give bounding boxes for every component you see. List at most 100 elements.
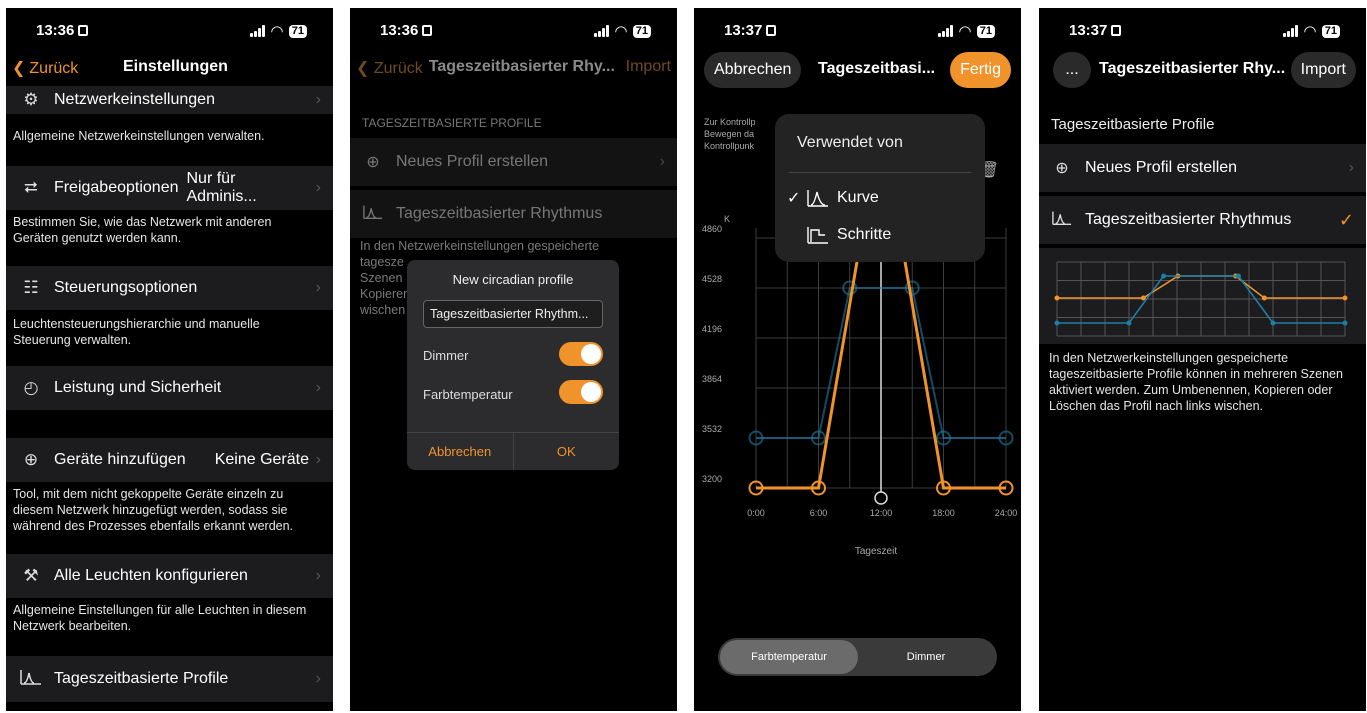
status-time: 13:37 <box>1069 22 1122 39</box>
chevron-right-icon: › <box>1348 159 1354 176</box>
curve-segment-control: Farbtemperatur Dimmer <box>718 638 997 676</box>
desc-line: In den Netzwerkeinstellungen gespeichert… <box>360 239 600 253</box>
back-button[interactable]: ❮ Zurück <box>356 58 423 82</box>
x-tick-label: 24:00 <box>995 508 1018 518</box>
dimmer-toggle[interactable] <box>559 342 603 366</box>
y-axis-label: K <box>724 214 730 224</box>
battery-icon: 71 <box>1321 24 1340 38</box>
color-temp-toggle[interactable] <box>559 380 603 404</box>
settings-item-desc: Leuchtensteuerungshierarchie und manuell… <box>13 317 260 347</box>
back-button[interactable]: ❮ Zurück <box>12 58 78 78</box>
time-cursor-handle <box>874 491 888 505</box>
page-title: Tageszeitbasierter Rhy... <box>1099 60 1286 77</box>
settings-item-configure-all[interactable]: ⚒ Alle Leuchten konfigurieren › <box>6 554 333 598</box>
x-tick-label: 6:00 <box>810 508 828 518</box>
nav-bar: ❮ Zurück Tageszeitbasierter Rhy... Impor… <box>356 58 671 82</box>
status-bar: 13:36 ◠ 71 <box>6 22 333 42</box>
chevron-right-icon: › <box>315 279 321 296</box>
cancel-button[interactable]: Abbrechen <box>407 433 513 470</box>
checkmark-icon: ✓ <box>787 190 801 207</box>
screen-profiles: 13:37 ◠ 71 ... Tageszeitbasierter Rhy... … <box>1039 8 1366 711</box>
circadian-chart[interactable]: K Tageszeit 3200 3532 3864 4196 4528 4860 0:00… <box>694 8 1021 628</box>
chevron-right-icon: › <box>315 179 321 196</box>
y-tick-label: 3200 <box>702 474 722 484</box>
preview-point <box>1270 320 1276 326</box>
settings-item-desc: Allgemeine Netzwerkeinstellungen verwalt… <box>13 129 265 143</box>
profile-label: Tageszeitbasierter Rhythmus <box>396 205 603 222</box>
menu-option-label: Schritte <box>837 226 892 243</box>
checkmark-icon: ✓ <box>1338 209 1354 230</box>
settings-item-label: Netzwerkeinstellungen <box>54 91 215 108</box>
battery-icon: 71 <box>288 24 307 38</box>
dialog-buttons: Abbrechen OK <box>407 432 619 470</box>
segment-color-temp[interactable]: Farbtemperatur <box>720 640 858 674</box>
settings-item-performance[interactable]: ◴ Leistung und Sicherheit › <box>6 366 333 410</box>
profile-item[interactable]: Tageszeitbasierter Rhythmus <box>350 190 677 238</box>
screen-curve-editor: 13:37 ◠ 71 Abbrechen Tageszeitbasi... Fer… <box>694 8 1021 711</box>
x-tick-label: 18:00 <box>932 508 955 518</box>
new-profile-label: Neues Profil erstellen <box>396 153 549 170</box>
profiles-description: In den Netzwerkeinstellungen gespeichert… <box>1049 351 1343 413</box>
chevron-right-icon: › <box>659 153 665 170</box>
menu-option-curve[interactable]: ✓ Kurve <box>787 188 879 208</box>
new-profile-label: Neues Profil erstellen <box>1085 159 1238 176</box>
settings-item-label: Leistung und Sicherheit <box>54 379 222 396</box>
settings-item-sharing[interactable]: ⮂ Freigabeoptionen Nur für Adminis... › <box>6 166 333 210</box>
wifi-icon: ◠ <box>615 23 627 40</box>
y-tick-label: 3864 <box>702 374 722 384</box>
profile-preview <box>1039 248 1366 344</box>
nav-bar: ❮ Zurück Einstellungen <box>6 58 333 82</box>
chevron-right-icon: › <box>315 451 321 468</box>
settings-item-desc: Allgemeine Einstellungen für alle Leucht… <box>13 603 307 633</box>
share-icon: ⮂ <box>24 178 38 197</box>
wifi-icon: ◠ <box>271 23 283 40</box>
curve-icon <box>362 204 384 225</box>
preview-point <box>1126 320 1132 326</box>
status-time: 13:36 <box>380 22 433 39</box>
curve-icon <box>1051 210 1073 231</box>
y-tick-label: 4860 <box>702 224 722 234</box>
import-button[interactable]: Import <box>1290 52 1356 88</box>
page-title: Tageszeitbasierter Rhy... <box>428 58 615 75</box>
ok-button[interactable]: OK <box>512 433 620 470</box>
settings-item-add-devices[interactable]: ⊕ Geräte hinzufügen Keine Geräte › <box>6 438 333 482</box>
new-profile-item[interactable]: ⊕ Neues Profil erstellen › <box>350 138 677 186</box>
settings-item-control[interactable]: ☷ Steuerungsoptionen › <box>6 266 333 310</box>
settings-item-value: Nur für Adminis... <box>186 170 257 205</box>
section-header: Tageszeitbasierte Profile <box>1051 116 1215 133</box>
network-gear-icon: ⚙ <box>23 90 39 109</box>
steps-icon <box>807 227 828 244</box>
profile-label: Tageszeitbasierter Rhythmus <box>1085 211 1292 228</box>
color-temp-label: Farbtemperatur <box>423 387 513 402</box>
new-profile-dialog: New circadian profile Tageszeitbasierter… <box>407 260 619 470</box>
plus-circle-icon: ⊕ <box>23 450 39 469</box>
menu-title: Verwendet von <box>797 134 903 151</box>
settings-item-network[interactable]: ⚙ Netzwerkeinstellungen › <box>6 86 333 114</box>
battery-icon: 71 <box>632 24 651 38</box>
curve-icon <box>18 669 44 690</box>
preview-point <box>1342 320 1348 326</box>
signal-icon <box>250 25 266 37</box>
gauge-icon: ◴ <box>23 378 39 397</box>
import-button[interactable]: Import <box>626 58 671 82</box>
settings-item-label: Geräte hinzufügen <box>54 451 186 468</box>
settings-item-circadian[interactable]: Tageszeitbasierte Profile › <box>6 656 333 702</box>
preview-point <box>1161 273 1167 279</box>
profile-item[interactable]: Tageszeitbasierter Rhythmus ✓ <box>1039 196 1366 244</box>
settings-item-label: Tageszeitbasierte Profile <box>54 670 229 687</box>
dialog-title: New circadian profile <box>452 272 574 287</box>
signal-icon <box>1283 25 1299 37</box>
status-time: 13:36 <box>36 22 89 39</box>
curve-type-menu: Verwendet von ✓ Kurve Schritte <box>775 114 985 262</box>
profile-name-input[interactable]: Tageszeitbasierter Rhythm... <box>423 300 603 328</box>
more-button[interactable]: ... <box>1053 52 1091 88</box>
y-tick-label: 4528 <box>702 274 722 284</box>
new-profile-item[interactable]: ⊕ Neues Profil erstellen › <box>1039 144 1366 192</box>
y-tick-label: 4196 <box>702 324 722 334</box>
segment-dimmer[interactable]: Dimmer <box>857 640 995 674</box>
menu-option-steps[interactable]: Schritte <box>787 226 891 244</box>
x-tick-label: 12:00 <box>870 508 893 518</box>
settings-item-label: Steuerungsoptionen <box>54 279 198 296</box>
section-header: TAGESZEITBASIERTE PROFILE <box>362 116 542 130</box>
screen-settings: 13:36 ◠ 71 ❮ Zurück Einstellungen ⚙ Netzwe… <box>6 8 333 711</box>
